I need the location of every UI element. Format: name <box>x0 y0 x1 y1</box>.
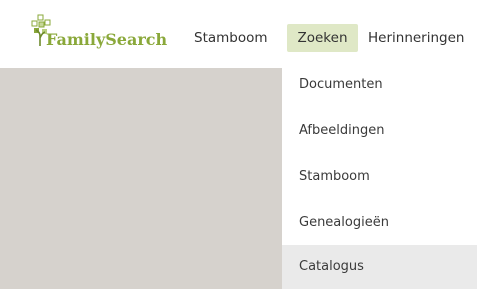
menu-item-genealogieen[interactable]: Genealogieën <box>282 201 477 245</box>
nav-item-herinneringen[interactable]: Herinneringen <box>368 24 464 52</box>
menu-item-stamboom[interactable]: Stamboom <box>282 155 477 199</box>
menu-item-afbeeldingen[interactable]: Afbeeldingen <box>282 109 477 153</box>
top-navigation-bar: FamilySearch Stamboom Zoeken Herinnering… <box>0 0 477 68</box>
background-panel <box>0 68 282 289</box>
zoeken-dropdown-menu: Documenten Afbeeldingen Stamboom Genealo… <box>282 63 477 289</box>
brand-name: FamilySearch <box>46 30 168 49</box>
nav-item-zoeken[interactable]: Zoeken <box>287 24 358 52</box>
menu-item-documenten[interactable]: Documenten <box>282 63 477 107</box>
menu-item-catalogus[interactable]: Catalogus <box>282 245 477 289</box>
nav-item-stamboom[interactable]: Stamboom <box>194 24 268 52</box>
